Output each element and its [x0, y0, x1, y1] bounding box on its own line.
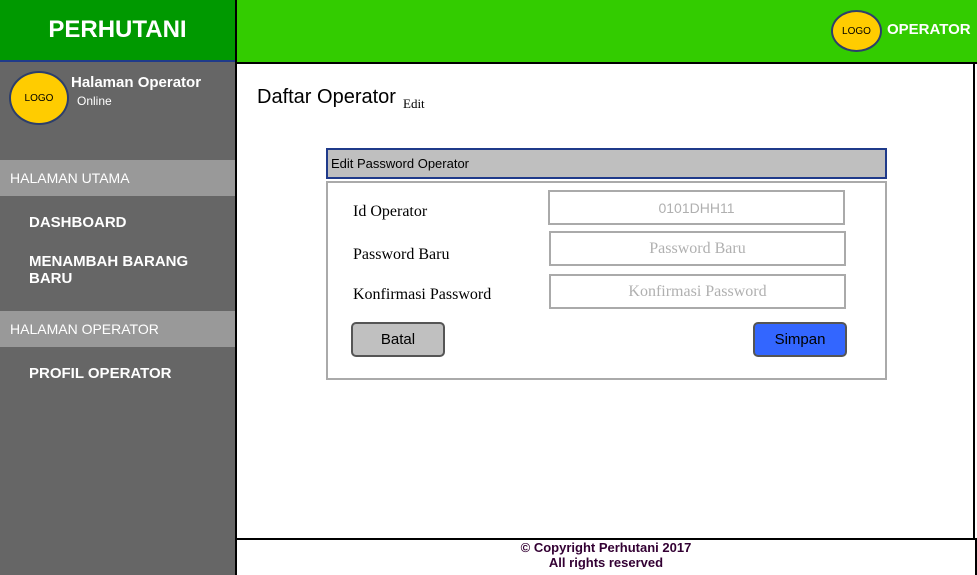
sidebar: PERHUTANI LOGO Halaman Operator Online H… [0, 0, 237, 575]
footer: © Copyright Perhutani 2017 All rights re… [237, 538, 977, 575]
form-header: Edit Password Operator [326, 148, 887, 179]
user-role-label[interactable]: OPERATOR [887, 21, 971, 38]
page-title: Daftar Operator [257, 86, 396, 108]
footer-rights: All rights reserved [548, 555, 664, 570]
top-logo: LOGO [831, 10, 882, 52]
footer-copyright: © Copyright Perhutani 2017 [520, 540, 692, 555]
konfirmasi-password-field[interactable] [549, 274, 846, 309]
brand-name: PERHUTANI [48, 16, 187, 43]
profile-name: Halaman Operator [71, 74, 202, 91]
sidebar-section-halaman-utama: HALAMAN UTAMA [0, 160, 235, 196]
save-button[interactable]: Simpan [753, 322, 847, 357]
sidebar-item-menambah-barang-baru[interactable]: MENAMBAH BARANG BARU [29, 253, 235, 287]
password-baru-field[interactable] [549, 231, 846, 266]
sidebar-item-profil-operator[interactable]: PROFIL OPERATOR [29, 365, 172, 382]
brand-header: PERHUTANI [0, 0, 235, 62]
profile-status: Online [77, 94, 112, 108]
konfirmasi-password-label: Konfirmasi Password [353, 286, 492, 303]
top-bar: LOGO OPERATOR [237, 0, 977, 64]
sidebar-section-halaman-operator: HALAMAN OPERATOR [0, 311, 235, 347]
main-content: Daftar Operator Edit Edit Password Opera… [237, 64, 975, 538]
password-baru-label: Password Baru [353, 246, 450, 263]
id-operator-field[interactable] [548, 190, 845, 225]
page-subtitle: Edit [403, 96, 425, 111]
cancel-button[interactable]: Batal [351, 322, 445, 357]
id-operator-label: Id Operator [353, 203, 428, 220]
edit-password-form: Id Operator Password Baru Konfirmasi Pas… [326, 181, 887, 380]
profile-logo: LOGO [9, 71, 69, 125]
sidebar-item-dashboard[interactable]: DASHBOARD [29, 214, 127, 231]
